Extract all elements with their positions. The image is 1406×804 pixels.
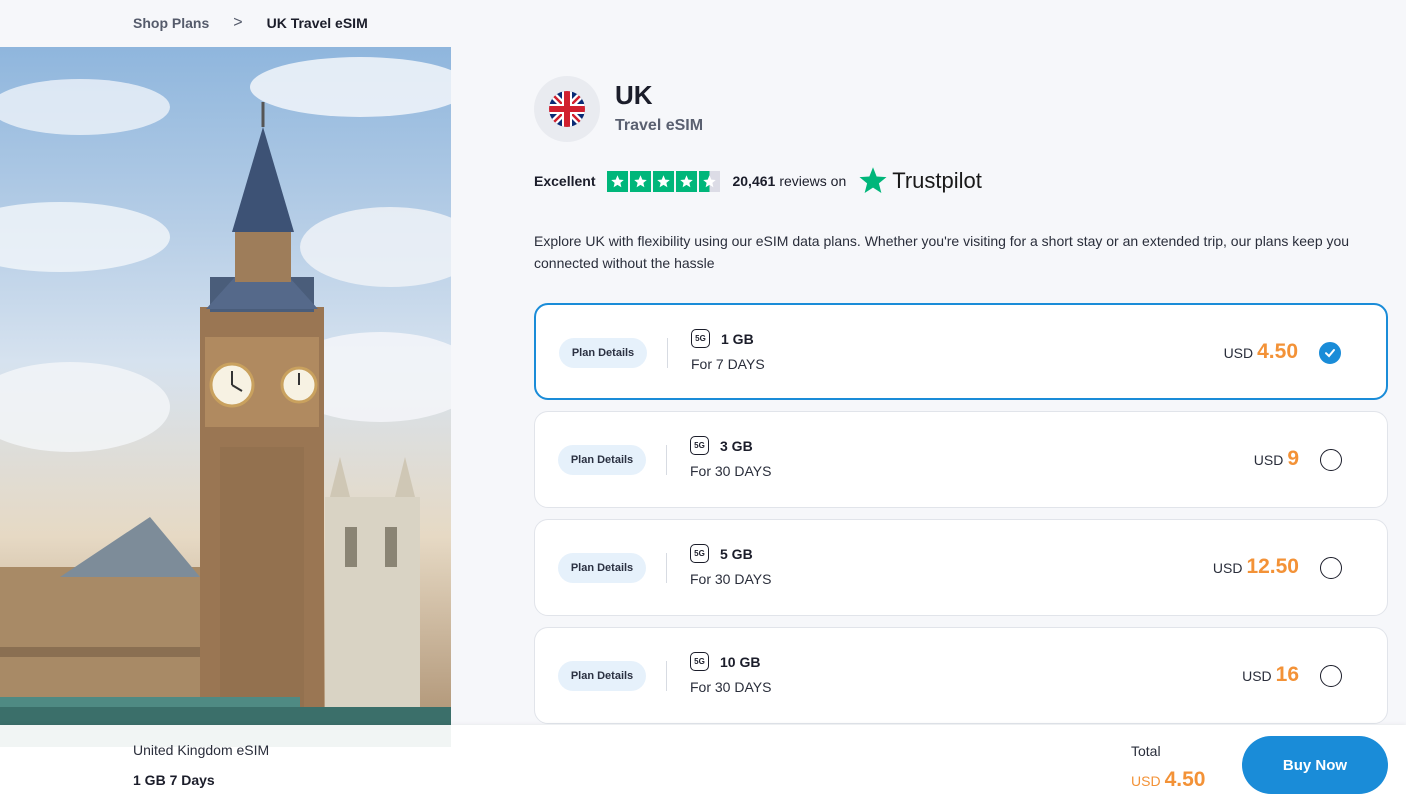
- divider: [667, 338, 668, 368]
- total-label: Total: [1131, 743, 1161, 759]
- star-icon: [653, 170, 675, 192]
- price-currency: USD: [1223, 345, 1254, 361]
- breadcrumb: Shop Plans > UK Travel eSIM: [133, 14, 368, 32]
- uk-flag-icon: [534, 76, 600, 142]
- buy-now-button[interactable]: Buy Now: [1242, 736, 1388, 794]
- plan-price: USD 16: [1242, 663, 1299, 687]
- price-currency: USD: [1242, 668, 1272, 684]
- plan-data-amount: 5 GB: [720, 545, 753, 562]
- plan-card-3gb[interactable]: Plan Details 5G 3 GB For 30 DAYS USD 9: [534, 411, 1388, 508]
- price-amount: 9: [1287, 447, 1299, 470]
- total-currency: USD: [1131, 773, 1161, 789]
- plan-info: 5G 5 GB For 30 DAYS: [690, 544, 771, 587]
- plan-radio[interactable]: [1320, 449, 1342, 471]
- rating-label: Excellent: [534, 173, 596, 189]
- checkout-bar: United Kingdom eSIM 1 GB 7 Days Total US…: [0, 725, 1406, 804]
- plan-data-amount: 3 GB: [720, 437, 753, 454]
- star-icon: [630, 170, 652, 192]
- plan-data-amount: 1 GB: [721, 330, 754, 347]
- star-icon: [676, 170, 698, 192]
- plan-price: USD 4.50: [1224, 340, 1298, 364]
- breadcrumb-current: UK Travel eSIM: [266, 15, 368, 31]
- product-description: Explore UK with flexibility using our eS…: [534, 233, 1350, 271]
- divider: [666, 553, 667, 583]
- plan-radio[interactable]: [1320, 665, 1342, 687]
- total-price: USD 4.50: [1131, 768, 1205, 792]
- plan-info: 5G 1 GB For 7 DAYS: [691, 329, 765, 372]
- summary-product-name: United Kingdom eSIM: [133, 742, 270, 758]
- 5g-icon: 5G: [690, 652, 709, 671]
- plan-card-1gb[interactable]: Plan Details 5G 1 GB For 7 DAYS USD 4.50: [534, 303, 1388, 400]
- plan-duration: For 30 DAYS: [690, 463, 772, 479]
- plan-data-amount: 10 GB: [720, 653, 761, 670]
- plan-duration: For 30 DAYS: [690, 571, 772, 587]
- chevron-right-icon: >: [233, 14, 243, 31]
- reviews-text: reviews on: [779, 173, 847, 189]
- reviews-count: 20,461: [732, 173, 776, 189]
- 5g-icon: 5G: [690, 436, 709, 455]
- plan-info: 5G 3 GB For 30 DAYS: [690, 436, 771, 479]
- plan-price: USD 12.50: [1213, 555, 1299, 579]
- price-amount: 4.50: [1257, 340, 1298, 363]
- 5g-icon: 5G: [690, 544, 709, 563]
- total-amount: 4.50: [1164, 768, 1206, 791]
- price-amount: 16: [1275, 663, 1299, 686]
- 5g-icon: 5G: [691, 329, 710, 348]
- check-icon: [1325, 349, 1335, 358]
- trustpilot-star-icon: [859, 167, 887, 193]
- rating-stars: [607, 170, 721, 192]
- page-subtitle: Travel eSIM: [615, 117, 704, 134]
- plan-list: Plan Details 5G 1 GB For 7 DAYS USD 4.50 P…: [534, 303, 1388, 735]
- plan-details-button[interactable]: Plan Details: [558, 445, 646, 475]
- half-star-icon: [699, 170, 721, 192]
- page-title: UK: [615, 80, 653, 110]
- trustpilot-label: Trustpilot: [892, 168, 982, 193]
- price-currency: USD: [1212, 560, 1243, 576]
- trustpilot-rating[interactable]: Excellent 20,461 reviews on Trustpilot: [534, 166, 982, 196]
- summary-selected-plan: 1 GB 7 Days: [133, 772, 215, 788]
- breadcrumb-shop-plans[interactable]: Shop Plans: [133, 15, 209, 31]
- plan-info: 5G 10 GB For 30 DAYS: [690, 652, 771, 695]
- plan-details-button[interactable]: Plan Details: [558, 661, 646, 691]
- price-amount: 12.50: [1246, 555, 1299, 578]
- plan-duration: For 7 DAYS: [691, 356, 765, 372]
- plan-details-button[interactable]: Plan Details: [558, 553, 646, 583]
- plan-radio[interactable]: [1320, 557, 1342, 579]
- price-currency: USD: [1253, 452, 1284, 468]
- star-icon: [607, 170, 629, 192]
- plan-price: USD 9: [1254, 447, 1299, 471]
- plan-card-10gb[interactable]: Plan Details 5G 10 GB For 30 DAYS USD 16: [534, 627, 1388, 724]
- plan-card-5gb[interactable]: Plan Details 5G 5 GB For 30 DAYS USD 12.50: [534, 519, 1388, 616]
- divider: [666, 445, 667, 475]
- trustpilot-logo[interactable]: Trustpilot: [858, 166, 982, 196]
- divider: [666, 661, 667, 691]
- plan-duration: For 30 DAYS: [690, 679, 772, 695]
- hero-image: [0, 47, 451, 747]
- plan-radio-checked[interactable]: [1319, 342, 1341, 364]
- plan-details-button[interactable]: Plan Details: [559, 338, 647, 368]
